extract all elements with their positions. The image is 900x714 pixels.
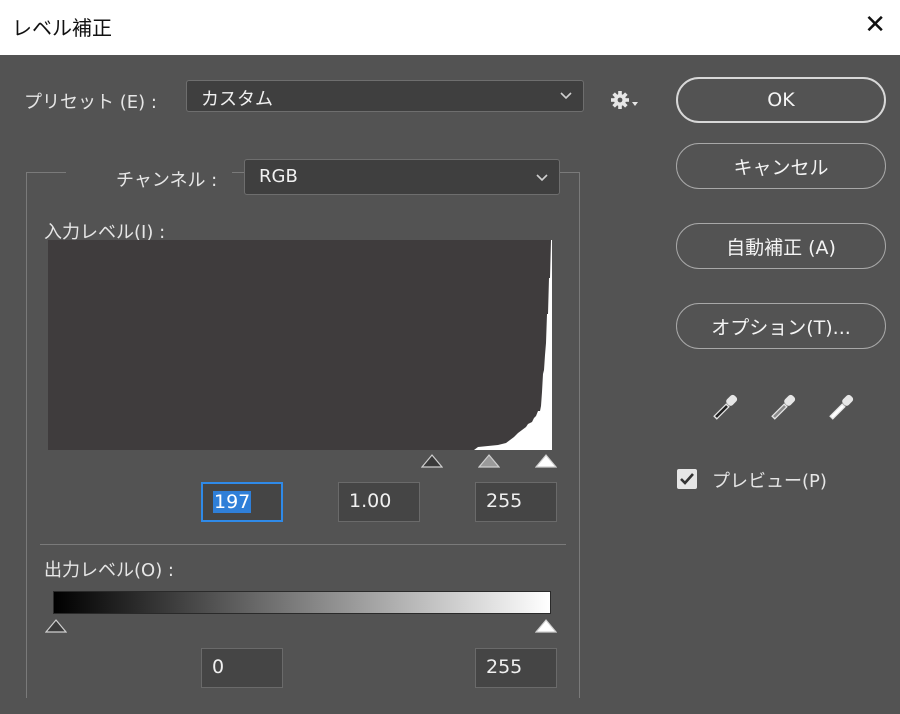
preset-select[interactable]: カスタム: [186, 80, 584, 112]
channel-select[interactable]: RGB: [244, 159, 560, 195]
histogram-graph: [474, 240, 552, 450]
input-white-value: 255: [486, 490, 523, 512]
output-white-slider[interactable]: [535, 619, 557, 633]
separator: [40, 544, 566, 545]
histogram: [48, 240, 552, 450]
window-title: レベル補正: [12, 16, 112, 40]
output-gradient-bar: [53, 591, 551, 614]
ok-button[interactable]: OK: [676, 77, 886, 123]
chevron-down-icon: [536, 174, 548, 182]
output-black-value: 0: [212, 656, 225, 678]
input-gamma-slider[interactable]: [478, 454, 500, 468]
input-gamma-value: 1.00: [349, 490, 392, 512]
input-black-slider[interactable]: [421, 454, 443, 468]
channel-value: RGB: [259, 166, 298, 187]
output-white-value: 255: [486, 656, 523, 678]
histogram-fill: [474, 240, 552, 450]
input-black-field[interactable]: 197: [201, 482, 283, 522]
close-icon: ✕: [864, 10, 886, 40]
input-white-slider[interactable]: [535, 454, 557, 468]
gear-icon[interactable]: [608, 86, 640, 114]
channel-label: チャンネル :: [116, 170, 218, 191]
checkmark-icon: [680, 473, 694, 485]
preset-value: カスタム: [201, 89, 273, 110]
output-black-field[interactable]: 0: [201, 648, 283, 688]
input-gamma-field[interactable]: 1.00: [338, 482, 420, 522]
gray-eyedropper-icon[interactable]: [768, 393, 798, 423]
input-black-value: 197: [213, 491, 252, 513]
output-black-slider[interactable]: [45, 619, 67, 633]
auto-correct-button[interactable]: 自動補正 (A): [676, 223, 886, 269]
input-white-field[interactable]: 255: [475, 482, 557, 522]
options-button[interactable]: オプション(T)...: [676, 303, 886, 349]
close-button[interactable]: ✕: [864, 10, 886, 40]
preview-checkbox[interactable]: [677, 469, 697, 489]
white-eyedropper-icon[interactable]: [826, 393, 856, 423]
preset-label: プリセット (E) :: [24, 92, 157, 113]
preview-label: プレビュー(P): [712, 471, 827, 492]
cancel-button[interactable]: キャンセル: [676, 143, 886, 189]
output-levels-label: 出力レベル(O) :: [44, 560, 174, 581]
chevron-down-icon: [560, 92, 572, 100]
black-eyedropper-icon[interactable]: [710, 393, 740, 423]
title-bar: レベル補正 ✕: [0, 0, 900, 55]
output-white-field[interactable]: 255: [475, 648, 557, 688]
